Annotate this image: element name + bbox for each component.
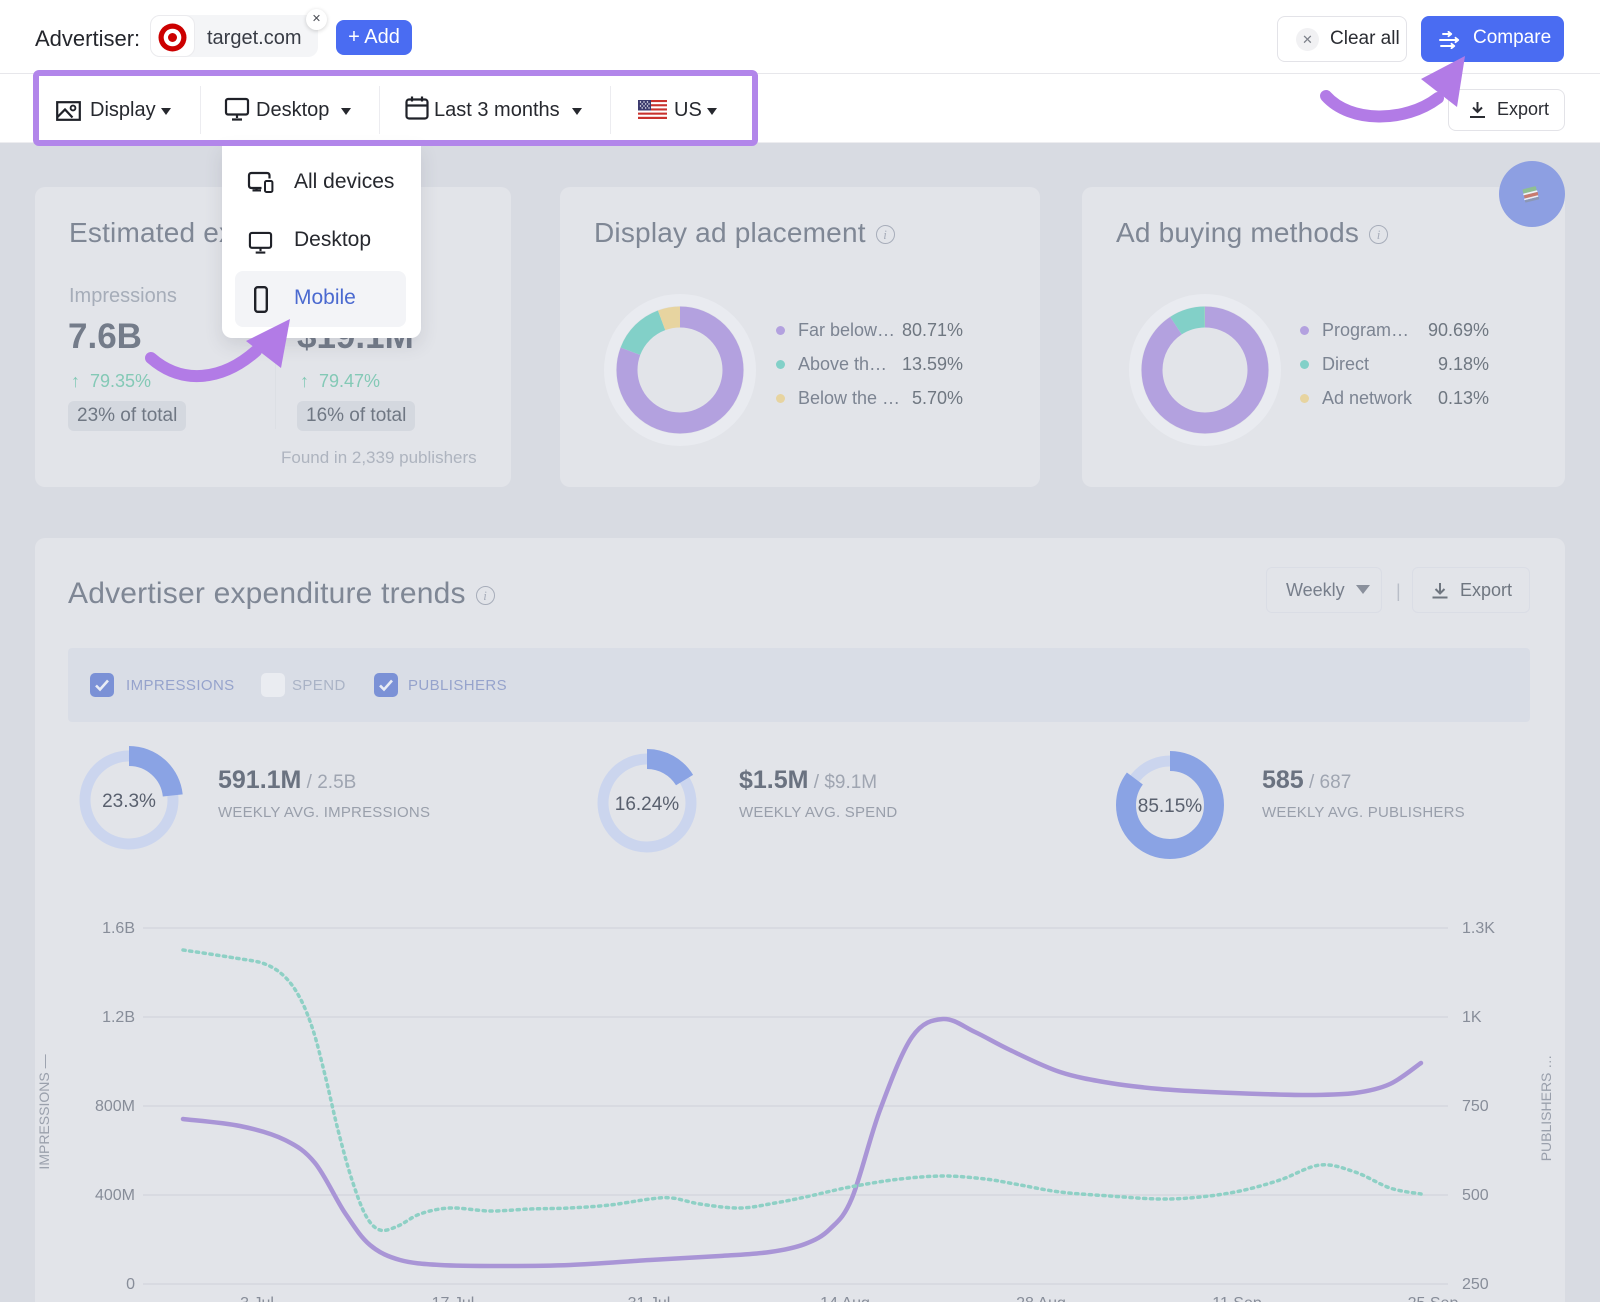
svg-text:14 Aug: 14 Aug	[820, 1295, 870, 1302]
svg-text:3 Jul: 3 Jul	[240, 1295, 274, 1302]
svg-text:16.24%: 16.24%	[615, 794, 680, 815]
svg-text:0: 0	[126, 1276, 135, 1293]
svg-text:17 Jul: 17 Jul	[432, 1295, 475, 1302]
svg-text:11 Sep: 11 Sep	[1212, 1295, 1262, 1302]
svg-text:PUBLISHERS …: PUBLISHERS …	[1538, 1055, 1554, 1162]
svg-text:750: 750	[1462, 1098, 1489, 1115]
svg-text:1K: 1K	[1462, 1009, 1482, 1026]
svg-text:400M: 400M	[95, 1187, 135, 1204]
svg-text:250: 250	[1462, 1276, 1489, 1293]
svg-text:800M: 800M	[95, 1098, 135, 1115]
svg-text:1.2B: 1.2B	[102, 1009, 135, 1026]
svg-text:1.3K: 1.3K	[1462, 920, 1495, 937]
svg-text:31 Jul: 31 Jul	[628, 1295, 671, 1302]
svg-text:25 Sep: 25 Sep	[1408, 1295, 1459, 1302]
svg-text:IMPRESSIONS —: IMPRESSIONS —	[36, 1054, 52, 1169]
svg-text:23.3%: 23.3%	[102, 791, 156, 812]
svg-text:1.6B: 1.6B	[102, 920, 135, 937]
svg-text:85.15%: 85.15%	[1138, 796, 1203, 817]
svg-text:28 Aug: 28 Aug	[1016, 1295, 1066, 1302]
svg-text:500: 500	[1462, 1187, 1489, 1204]
